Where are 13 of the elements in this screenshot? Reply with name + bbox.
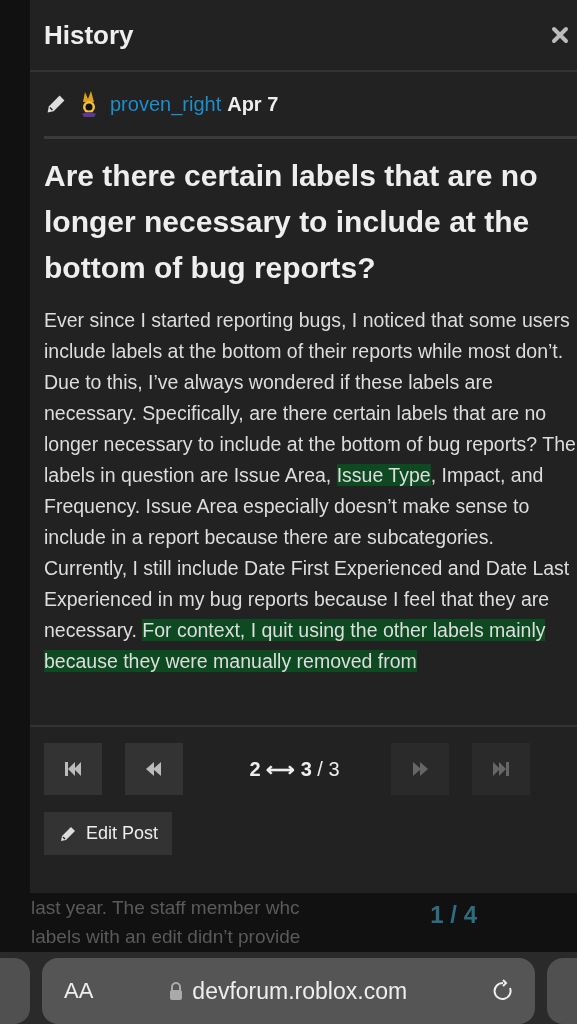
edit-post-button[interactable]: Edit Post xyxy=(44,812,173,855)
post-title: Are there certain labels that are no longer necessary to include at the bottom of bug reports? xyxy=(44,158,539,286)
text-size-button[interactable]: AA xyxy=(64,978,94,1004)
revision-counter: 2 ⟷ 3 / 3 xyxy=(248,757,341,781)
modal-title: History xyxy=(44,19,134,51)
address-bar[interactable]: AA devforum.roblox.com xyxy=(42,958,535,1024)
revision-date: Apr 7 xyxy=(227,92,279,116)
author-link[interactable]: proven_right xyxy=(110,92,222,116)
background-text: labels with an edit didn’t provide xyxy=(31,925,301,949)
url-text: devforum.roblox.com xyxy=(192,977,408,1005)
post-body: Ever since I started reporting bugs, I noticed that some users include labels at the bottom of their reports while most don’t. Due to this, I’ve always wondered if these labels are necessary. Specifically, are there certain labels that are no longer necessary to include at the bottom of bug reports? The labels in question are Issue Area, Issue Type, Impact, and Frequency. Issue Area especially doesn’t make sense to include in a report because there are subcategories. Currently, I still include Date First Experienced and Date Last Experienced in my bug reports because I feel that they are necessary. For context, I quit using the other labels mainly because they were manually removed from xyxy=(44,308,576,674)
background-text: last year. The staff member whc xyxy=(31,896,301,920)
post-counter: 1 / 4 xyxy=(430,901,477,930)
